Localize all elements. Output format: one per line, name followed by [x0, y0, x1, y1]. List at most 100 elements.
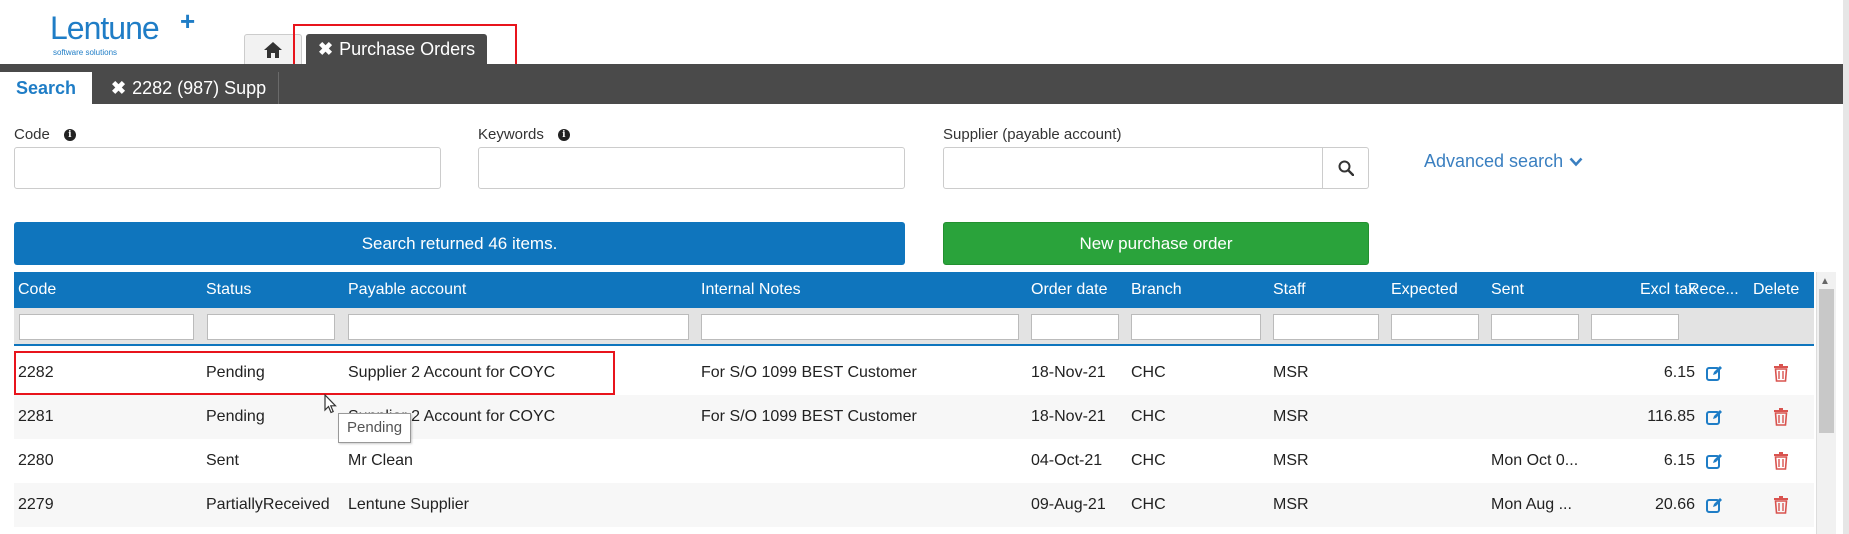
col-payable-account[interactable]: Payable account [348, 272, 648, 308]
chevron-down-icon [1569, 157, 1583, 166]
cell-branch: CHC [1131, 364, 1166, 381]
trash-icon[interactable] [1772, 496, 1790, 514]
cell-order-date: 18-Nov-21 [1031, 408, 1106, 425]
cell-excl-tax: 6.15 [1663, 452, 1695, 469]
col-expected[interactable]: Expected [1391, 272, 1481, 308]
cell-status: Pending [206, 408, 265, 425]
lentune-logo: Lentune + software solutions [50, 6, 195, 57]
supplier-label: Supplier (payable account) [943, 126, 1121, 143]
supplier-search-button[interactable] [1322, 147, 1369, 189]
keywords-label-text: Keywords [478, 126, 544, 143]
cell-payable: Lentune Supplier [348, 496, 469, 513]
code-label: Code i [14, 126, 76, 143]
edit-icon[interactable] [1705, 496, 1723, 514]
cell-code: 2279 [18, 496, 54, 513]
col-staff[interactable]: Staff [1273, 272, 1383, 308]
code-label-text: Code [14, 126, 50, 143]
cell-code: 2280 [18, 452, 54, 469]
logo-plus: + [180, 6, 196, 36]
col-internal-notes[interactable]: Internal Notes [701, 272, 1001, 308]
cell-sent: Mon Oct 0... [1491, 452, 1579, 469]
keywords-label: Keywords i [478, 126, 570, 143]
filter-internal-notes[interactable] [701, 314, 1019, 340]
cell-staff: MSR [1273, 496, 1309, 513]
trash-icon[interactable] [1772, 452, 1790, 470]
tab-record-2282[interactable]: ✖ 2282 (987) Supp [111, 72, 266, 104]
cell-staff: MSR [1273, 364, 1309, 381]
col-delete: Delete [1753, 281, 1800, 298]
cell-order-date: 04-Oct-21 [1031, 452, 1103, 469]
advanced-search-label: Advanced search [1424, 151, 1564, 171]
subtab-bar: Search ✖ 2282 (987) Supp [0, 64, 1849, 104]
cell-status: PartiallyReceived [206, 496, 330, 513]
new-purchase-order-button[interactable]: New purchase order [943, 222, 1369, 265]
cell-code: 2281 [18, 408, 54, 425]
filter-sent[interactable] [1491, 314, 1579, 340]
cell-sent: Mon Aug ... [1491, 496, 1572, 513]
cell-order-date: 18-Nov-21 [1031, 364, 1106, 381]
col-sent[interactable]: Sent [1491, 272, 1581, 308]
scroll-up-icon[interactable]: ▲ [1820, 276, 1830, 287]
logo-tagline: software solutions [53, 48, 118, 57]
code-input[interactable] [14, 147, 441, 189]
filter-excl-tax[interactable] [1591, 314, 1679, 340]
cell-staff: MSR [1273, 408, 1309, 425]
trash-icon[interactable] [1772, 408, 1790, 426]
window-edge [1843, 0, 1849, 534]
col-branch[interactable]: Branch [1131, 272, 1251, 308]
filter-status[interactable] [207, 314, 335, 340]
cell-excl-tax: 20.66 [1654, 496, 1695, 513]
cell-excl-tax: 6.15 [1663, 364, 1695, 381]
filter-payable-account[interactable] [348, 314, 689, 340]
logo-name: Lentune [50, 10, 160, 46]
table-row[interactable]: 2281 Pending Supplier 2 Account for COYC… [14, 395, 1814, 439]
table-header: Code Status Payable account Internal Not… [14, 272, 1814, 308]
close-icon[interactable]: ✖ [111, 78, 126, 99]
table-row[interactable]: 2280 Sent Mr Clean 04-Oct-21 CHC MSR Mon… [14, 439, 1814, 483]
cell-order-date: 09-Aug-21 [1031, 496, 1106, 513]
cell-branch: CHC [1131, 452, 1166, 469]
tab-separator [278, 72, 279, 104]
cell-branch: CHC [1131, 408, 1166, 425]
edit-icon[interactable] [1705, 408, 1723, 426]
cell-sent [1491, 351, 1587, 395]
cell-payable: Mr Clean [348, 452, 413, 469]
mouse-cursor-icon [324, 394, 337, 414]
col-order-date[interactable]: Order date [1031, 272, 1131, 308]
status-tooltip: Pending [338, 413, 412, 443]
cell-staff: MSR [1273, 452, 1309, 469]
trash-icon[interactable] [1772, 364, 1790, 382]
filter-branch[interactable] [1131, 314, 1261, 340]
edit-icon[interactable] [1705, 452, 1723, 470]
filter-order-date[interactable] [1031, 314, 1119, 340]
info-icon[interactable]: i [63, 128, 76, 141]
cell-sent [1491, 395, 1587, 439]
cell-notes: For S/O 1099 BEST Customer [701, 364, 917, 381]
col-status[interactable]: Status [206, 272, 326, 308]
scrollbar-thumb[interactable] [1819, 289, 1834, 433]
tab-search[interactable]: Search [0, 72, 92, 104]
search-result-count: Search returned 46 items. [14, 222, 905, 265]
home-icon [264, 41, 282, 58]
col-excl-tax[interactable]: Excl tax [1626, 272, 1696, 308]
cell-notes: For S/O 1099 BEST Customer [701, 408, 917, 425]
filter-code[interactable] [19, 314, 194, 340]
col-code[interactable]: Code [18, 272, 168, 308]
keywords-input[interactable] [478, 147, 905, 189]
search-icon [1338, 160, 1354, 176]
cell-excl-tax: 116.85 [1647, 408, 1695, 425]
supplier-label-text: Supplier (payable account) [943, 126, 1122, 143]
highlight-box-row [14, 351, 615, 395]
cell-status: Sent [206, 452, 239, 469]
info-icon[interactable]: i [557, 128, 570, 141]
tab-record-label: 2282 (987) Supp [132, 77, 267, 98]
table-row[interactable]: 2279 PartiallyReceived Lentune Supplier … [14, 483, 1814, 527]
supplier-input[interactable] [943, 147, 1323, 189]
cell-branch: CHC [1131, 496, 1166, 513]
filter-expected[interactable] [1391, 314, 1479, 340]
column-filter-row [14, 308, 1814, 346]
edit-icon[interactable] [1705, 364, 1723, 382]
filter-staff[interactable] [1273, 314, 1379, 340]
col-received[interactable]: Rece... [1688, 272, 1746, 308]
advanced-search-link[interactable]: Advanced search [1424, 151, 1583, 172]
